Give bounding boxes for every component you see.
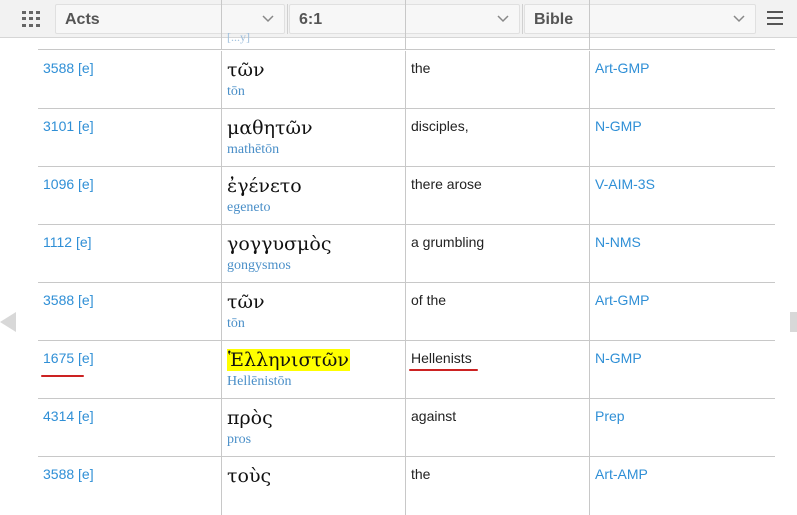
- greek-word[interactable]: ἐγένετο: [227, 175, 302, 197]
- english-gloss: the: [411, 466, 431, 482]
- english-gloss: there arose: [411, 176, 482, 192]
- table-row: 1112 [e] γογγυσμὸς gongysmos a grumbling…: [38, 225, 775, 283]
- strongs-link[interactable]: 1112 [e]: [43, 234, 92, 250]
- parsing-link[interactable]: Art-GMP: [595, 292, 649, 308]
- next-arrow-icon[interactable]: [790, 312, 797, 332]
- parsing-link[interactable]: V-AIM-3S: [595, 176, 655, 192]
- strongs-link[interactable]: 1096 [e]: [43, 176, 94, 192]
- strongs-link[interactable]: 3588 [e]: [43, 60, 94, 76]
- red-underline-mark: [41, 375, 84, 377]
- english-gloss: of the: [411, 292, 447, 308]
- english-gloss: against: [411, 408, 457, 424]
- transliteration: Hellēnistōn: [227, 374, 292, 389]
- greek-word[interactable]: γογγυσμὸς: [227, 233, 331, 255]
- table-row: 3588 [e] τῶν tōn the Art-GMP: [38, 51, 775, 109]
- strongs-link[interactable]: 4314 [e]: [43, 408, 94, 424]
- greek-word[interactable]: μαθητῶν: [227, 117, 313, 139]
- english-gloss: Hellenists: [411, 350, 472, 366]
- english-gloss: the: [411, 60, 431, 76]
- english-gloss: a grumbling: [411, 234, 485, 250]
- strongs-link[interactable]: 3101 [e]: [43, 118, 94, 134]
- table-row-partial: [...y]: [38, 0, 775, 50]
- table-row: 3588 [e] τῶν tōn of the Art-GMP: [38, 283, 775, 341]
- strongs-link[interactable]: 3588 [e]: [43, 466, 94, 482]
- strongs-link[interactable]: 1675 [e]: [43, 350, 94, 366]
- greek-word[interactable]: τῶν: [227, 59, 265, 81]
- transliteration: tōn: [227, 84, 245, 99]
- parsing-link[interactable]: Prep: [595, 408, 625, 424]
- english-gloss: disciples,: [411, 118, 469, 134]
- table-row-highlighted: 1675 [e] Ἑλληνιστῶν Hellēnistōn Hellenis…: [38, 341, 775, 399]
- transliteration: gongysmos: [227, 258, 291, 273]
- table-row: 1096 [e] ἐγένετο egeneto there arose V-A…: [38, 167, 775, 225]
- transliteration: tōn: [227, 316, 245, 331]
- table-row: 4314 [e] πρὸς pros against Prep: [38, 399, 775, 457]
- previous-arrow-icon[interactable]: [0, 312, 16, 332]
- greek-word[interactable]: πρὸς: [227, 407, 273, 429]
- greek-word[interactable]: τοὺς: [227, 465, 271, 487]
- transliteration: egeneto: [227, 200, 271, 215]
- red-underline-mark: [409, 369, 478, 371]
- translit-fragment: [...y]: [227, 30, 250, 44]
- parsing-link[interactable]: Art-AMP: [595, 466, 648, 482]
- greek-word-highlighted[interactable]: Ἑλληνιστῶν: [227, 349, 350, 371]
- parsing-link[interactable]: Art-GMP: [595, 60, 649, 76]
- table-row: 3101 [e] μαθητῶν mathētōn disciples, N-G…: [38, 109, 775, 167]
- parsing-link[interactable]: N-GMP: [595, 350, 642, 366]
- parsing-link[interactable]: N-GMP: [595, 118, 642, 134]
- greek-word[interactable]: τῶν: [227, 291, 265, 313]
- transliteration: pros: [227, 432, 252, 447]
- strongs-link[interactable]: 3588 [e]: [43, 292, 94, 308]
- table-row: 3588 [e] τοὺς the Art-AMP: [38, 457, 775, 515]
- parsing-link[interactable]: N-NMS: [595, 234, 641, 250]
- transliteration: mathētōn: [227, 142, 280, 157]
